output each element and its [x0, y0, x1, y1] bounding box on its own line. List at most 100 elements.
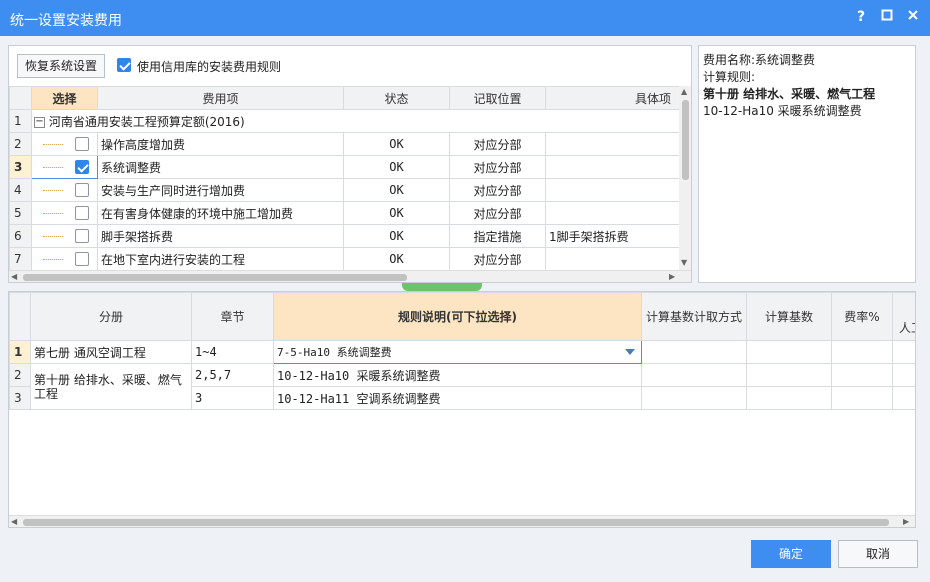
- status-cell[interactable]: OK: [343, 224, 450, 248]
- specific-item-cell[interactable]: [545, 201, 680, 225]
- position-cell[interactable]: 对应分部: [449, 132, 546, 156]
- rate-cell[interactable]: [831, 340, 893, 364]
- specific-item-cell[interactable]: [545, 178, 680, 202]
- status-cell[interactable]: OK: [343, 132, 450, 156]
- scroll-left-icon[interactable]: ◀: [11, 272, 17, 281]
- lower-horizontal-scrollbar[interactable]: ◀ ▶: [9, 515, 915, 527]
- upper-vertical-scrollbar[interactable]: ▲ ▼: [679, 86, 691, 270]
- base-cell[interactable]: [746, 363, 832, 387]
- chapter-cell[interactable]: 2,5,7: [191, 363, 274, 387]
- table-row[interactable]: 6 脚手架搭拆费 OK 指定措施 1脚手架搭拆费: [9, 224, 680, 248]
- book-cell[interactable]: 第十册 给排水、采暖、燃气工程: [30, 363, 192, 410]
- collapse-icon[interactable]: −: [34, 116, 45, 128]
- position-cell[interactable]: 对应分部: [449, 201, 546, 225]
- row-checkbox[interactable]: [74, 183, 89, 198]
- fee-item-cell[interactable]: 在地下室内进行安装的工程: [97, 247, 344, 271]
- chapter-cell[interactable]: 1~4: [191, 340, 274, 364]
- select-cell[interactable]: [31, 224, 98, 248]
- row-checkbox[interactable]: [74, 160, 89, 175]
- fee-item-cell[interactable]: 安装与生产同时进行增加费: [97, 178, 344, 202]
- column-header-base-method[interactable]: 计算基数计取方式: [641, 292, 747, 341]
- base-cell[interactable]: [746, 340, 832, 364]
- status-cell[interactable]: OK: [343, 178, 450, 202]
- labor-cell[interactable]: [892, 363, 915, 387]
- table-row[interactable]: 1 − 河南省通用安装工程预算定额(2016): [9, 109, 680, 133]
- column-header-position[interactable]: 记取位置: [449, 86, 546, 110]
- column-header-select[interactable]: 选择: [31, 86, 98, 110]
- maximize-icon[interactable]: [878, 8, 896, 26]
- row-checkbox[interactable]: [74, 137, 89, 152]
- chapter-cell[interactable]: 3: [191, 386, 274, 410]
- base-method-cell[interactable]: [641, 363, 747, 387]
- base-method-cell[interactable]: [641, 340, 747, 364]
- table-row[interactable]: 4 安装与生产同时进行增加费 OK 对应分部: [9, 178, 680, 202]
- specific-item-cell[interactable]: [545, 132, 680, 156]
- table-row[interactable]: 2 操作高度增加费 OK 对应分部: [9, 132, 680, 156]
- column-header-base[interactable]: 计算基数: [746, 292, 832, 341]
- scrollbar-thumb[interactable]: [23, 519, 889, 526]
- rule-cell[interactable]: 10-12-Ha11 空调系统调整费: [273, 386, 642, 410]
- position-cell[interactable]: 对应分部: [449, 247, 546, 271]
- fee-item-cell[interactable]: 在有害身体健康的环境中施工增加费: [97, 201, 344, 225]
- rate-cell[interactable]: [831, 363, 893, 387]
- use-credit-library-checkbox[interactable]: [117, 58, 131, 72]
- labor-cell[interactable]: [892, 386, 915, 410]
- row-checkbox[interactable]: [74, 229, 89, 244]
- select-cell[interactable]: [31, 178, 98, 202]
- column-header-specific-item[interactable]: 具体项: [545, 86, 680, 110]
- status-cell[interactable]: OK: [343, 201, 450, 225]
- column-header-status[interactable]: 状态: [343, 86, 450, 110]
- row-checkbox[interactable]: [74, 206, 89, 221]
- column-header-chapter[interactable]: 章节: [191, 292, 274, 341]
- column-header-rate[interactable]: 费率%: [831, 292, 893, 341]
- row-checkbox[interactable]: [74, 252, 89, 267]
- rule-dropdown[interactable]: 7-5-Ha10 系统调整费: [273, 340, 642, 364]
- select-cell[interactable]: [31, 132, 98, 156]
- specific-item-cell[interactable]: [545, 247, 680, 271]
- table-row[interactable]: 2 第十册 给排水、采暖、燃气工程 2,5,7 10-12-Ha10 采暖系统调…: [9, 363, 915, 410]
- select-cell[interactable]: [31, 155, 98, 179]
- chevron-down-icon[interactable]: [625, 349, 635, 355]
- table-row[interactable]: 1 第七册 通风空调工程 1~4 7-5-Ha10 系统调整费: [9, 340, 915, 364]
- scroll-right-icon[interactable]: ▶: [903, 517, 909, 526]
- table-row[interactable]: 5 在有害身体健康的环境中施工增加费 OK 对应分部: [9, 201, 680, 225]
- status-cell[interactable]: OK: [343, 155, 450, 179]
- scroll-up-icon[interactable]: ▲: [681, 87, 687, 96]
- scroll-left-icon[interactable]: ◀: [11, 517, 17, 526]
- scroll-right-icon[interactable]: ▶: [669, 272, 675, 281]
- scrollbar-thumb[interactable]: [682, 100, 689, 180]
- restore-system-settings-button[interactable]: 恢复系统设置: [17, 54, 105, 78]
- fee-item-cell[interactable]: 系统调整费: [97, 155, 344, 179]
- scroll-down-icon[interactable]: ▼: [681, 258, 687, 267]
- ok-button[interactable]: 确定: [751, 540, 831, 568]
- position-cell[interactable]: 对应分部: [449, 178, 546, 202]
- position-cell[interactable]: 对应分部: [449, 155, 546, 179]
- tree-root-cell[interactable]: − 河南省通用安装工程预算定额(2016): [31, 109, 680, 133]
- column-header-rule[interactable]: 规则说明(可下拉选择): [273, 292, 642, 341]
- table-row[interactable]: 3 系统调整费 OK 对应分部: [9, 155, 680, 179]
- panel-splitter-handle[interactable]: [402, 283, 482, 291]
- help-icon[interactable]: ?: [852, 8, 870, 26]
- scrollbar-thumb[interactable]: [23, 274, 407, 281]
- fee-item-cell[interactable]: 操作高度增加费: [97, 132, 344, 156]
- select-cell[interactable]: [31, 201, 98, 225]
- specific-item-cell[interactable]: 1脚手架搭拆费: [545, 224, 680, 248]
- position-cell[interactable]: 指定措施: [449, 224, 546, 248]
- close-icon[interactable]: [904, 8, 922, 26]
- base-cell[interactable]: [746, 386, 832, 410]
- labor-cell[interactable]: [892, 340, 915, 364]
- column-header-book[interactable]: 分册: [30, 292, 192, 341]
- column-header-labor[interactable]: 人工: [892, 292, 915, 341]
- select-cell[interactable]: [31, 247, 98, 271]
- base-method-cell[interactable]: [641, 386, 747, 410]
- rate-cell[interactable]: [831, 386, 893, 410]
- book-cell[interactable]: 第七册 通风空调工程: [30, 340, 192, 364]
- column-header-fee-item[interactable]: 费用项: [97, 86, 344, 110]
- upper-horizontal-scrollbar[interactable]: ◀ ▶: [9, 270, 691, 282]
- window-titlebar[interactable]: 统一设置安装费用 ?: [0, 0, 930, 36]
- rule-cell[interactable]: 10-12-Ha10 采暖系统调整费: [273, 363, 642, 387]
- status-cell[interactable]: OK: [343, 247, 450, 271]
- fee-item-cell[interactable]: 脚手架搭拆费: [97, 224, 344, 248]
- table-row[interactable]: 7 在地下室内进行安装的工程 OK 对应分部: [9, 247, 680, 271]
- cancel-button[interactable]: 取消: [838, 540, 918, 568]
